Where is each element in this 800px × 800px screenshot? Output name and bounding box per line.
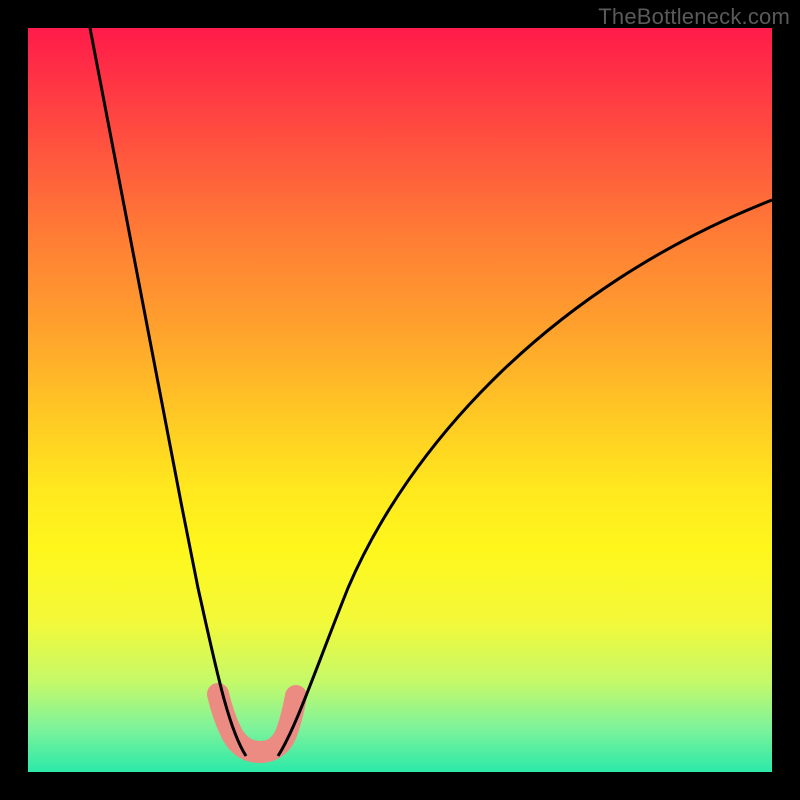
- curve-right-branch: [278, 200, 772, 756]
- chart-svg: [28, 28, 772, 772]
- watermark-text: TheBottleneck.com: [598, 4, 790, 30]
- curve-left-branch: [90, 28, 246, 756]
- chart-plot-area: [28, 28, 772, 772]
